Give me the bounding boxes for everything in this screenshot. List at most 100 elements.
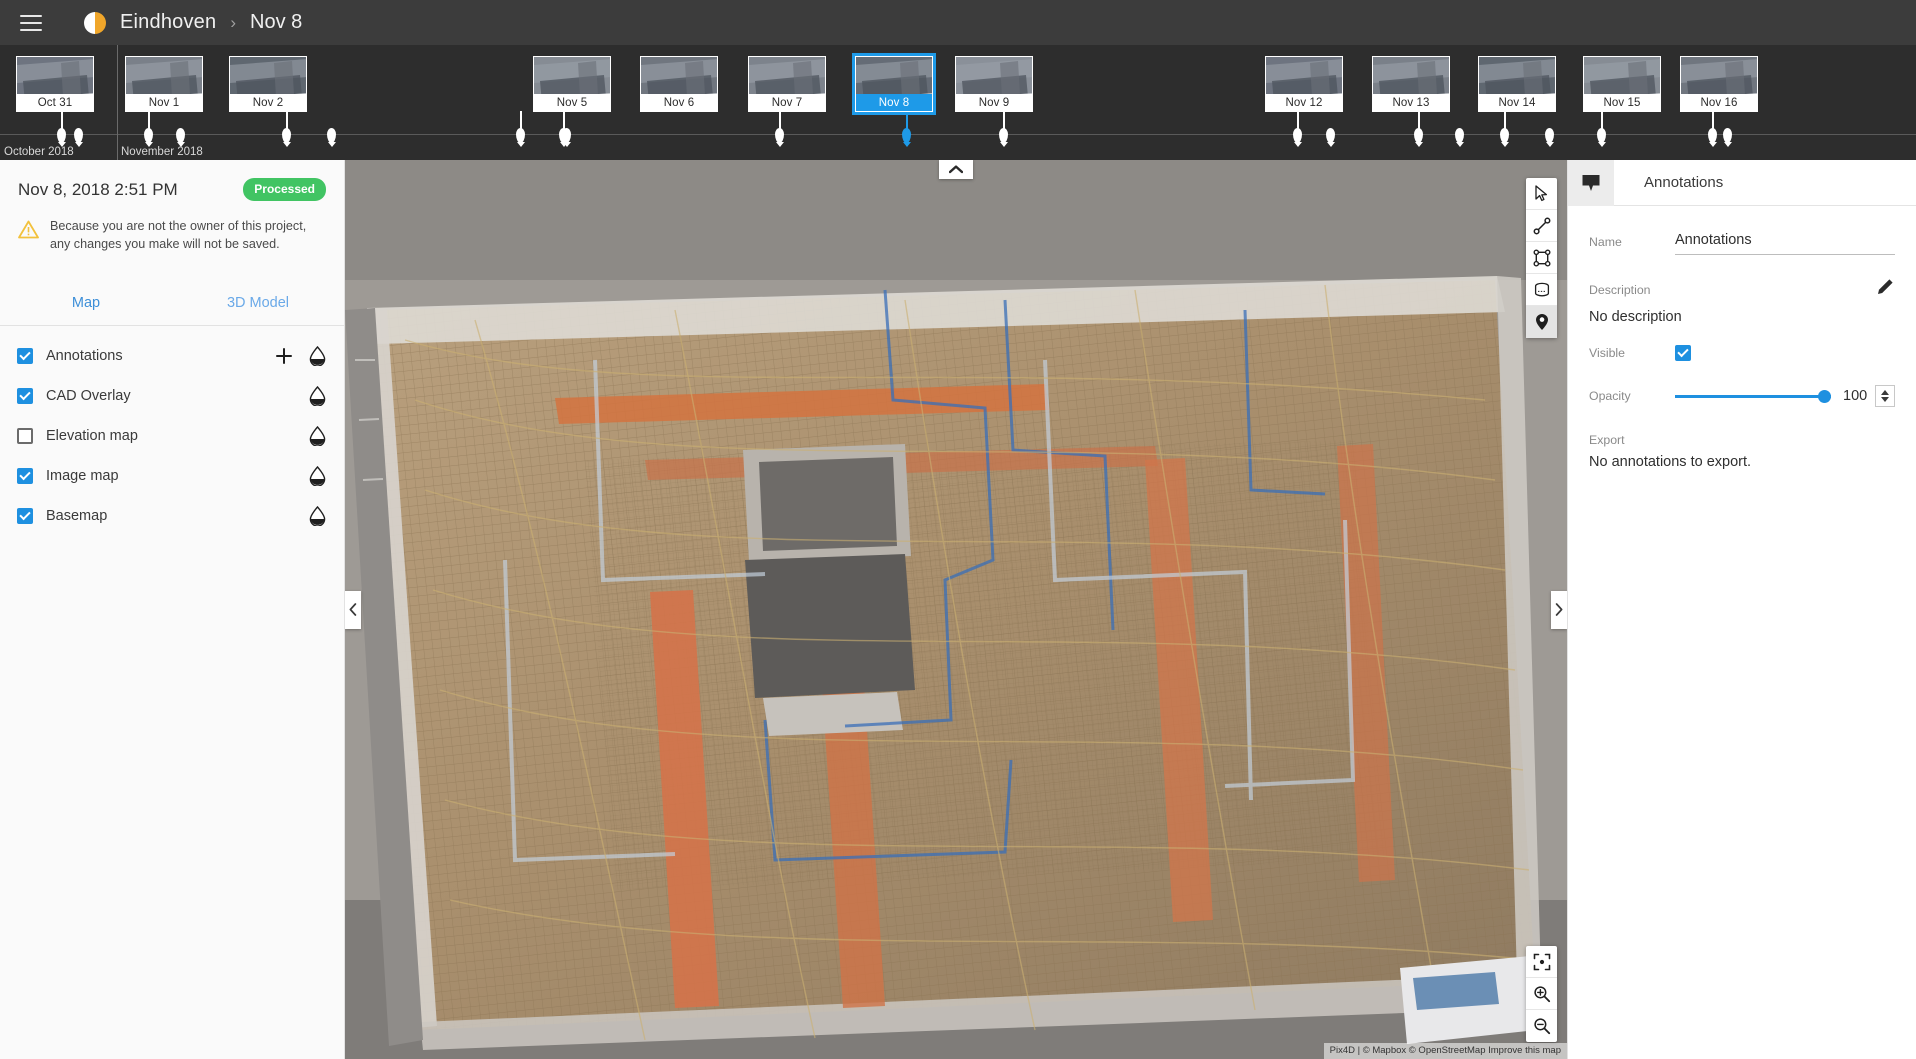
timeline-pin-marker[interactable] bbox=[74, 128, 83, 143]
chevron-left-icon bbox=[349, 603, 357, 616]
pencil-edit-icon[interactable] bbox=[1875, 277, 1895, 302]
timeline-thumbnail-label: Nov 14 bbox=[1479, 94, 1555, 111]
layer-visibility-checkbox[interactable] bbox=[17, 348, 33, 364]
timeline-stem bbox=[1297, 111, 1299, 133]
timeline-thumbnail[interactable]: Nov 6 bbox=[640, 56, 718, 112]
layer-label: CAD Overlay bbox=[46, 388, 309, 404]
timeline-thumbnail[interactable]: NNov 16 bbox=[1680, 56, 1758, 112]
add-annotation-button[interactable] bbox=[275, 347, 293, 365]
area-measure-tool[interactable] bbox=[1526, 242, 1557, 274]
map-zoom-controls[interactable] bbox=[1526, 946, 1557, 1042]
layer-list[interactable]: Annotations CAD Overlay Elevation mapImage… bbox=[0, 326, 344, 536]
timeline-thumbnail-label: Nov 16 bbox=[1681, 94, 1757, 111]
layer-visibility-checkbox[interactable] bbox=[17, 388, 33, 404]
zoom-in-button[interactable] bbox=[1526, 978, 1557, 1010]
layer-label: Annotations bbox=[46, 348, 275, 364]
select-cursor-tool[interactable] bbox=[1526, 178, 1557, 210]
breadcrumb-current[interactable]: Nov 8 bbox=[250, 11, 302, 34]
timeline-thumbnail[interactable]: 2Nov 12 bbox=[1265, 56, 1343, 112]
timeline-thumbnail-label: Nov 2 bbox=[230, 94, 306, 111]
annotation-marker-icon[interactable] bbox=[1568, 160, 1614, 206]
timeline-stem bbox=[779, 111, 781, 133]
collapse-right-panel-button[interactable] bbox=[1551, 591, 1567, 629]
visible-field-row: Visible bbox=[1589, 345, 1895, 361]
fit-to-view-button[interactable] bbox=[1526, 946, 1557, 978]
layer-opacity-button[interactable] bbox=[309, 426, 326, 446]
timeline-stem bbox=[1712, 111, 1714, 133]
timeline-pin-marker[interactable] bbox=[327, 128, 336, 143]
description-field-row: Description No description bbox=[1589, 277, 1895, 325]
layer-label: Basemap bbox=[46, 508, 309, 524]
layer-opacity-button[interactable] bbox=[309, 346, 326, 366]
timeline-pin-marker[interactable] bbox=[1326, 128, 1335, 143]
volume-measure-tool[interactable] bbox=[1526, 274, 1557, 306]
layer-row-elevation-map[interactable]: Elevation map bbox=[0, 416, 344, 456]
timeline-thumbnail[interactable]: 3Nov 13 bbox=[1372, 56, 1450, 112]
timeline-thumbnail[interactable]: NNov 8 bbox=[855, 56, 933, 112]
export-label: Export bbox=[1589, 433, 1895, 447]
timeline-pin-marker[interactable] bbox=[176, 128, 185, 143]
ownership-warning: Because you are not the owner of this pr… bbox=[18, 218, 326, 254]
timeline-pin-marker[interactable] bbox=[1723, 128, 1732, 143]
timeline-thumbnail-label: Nov 5 bbox=[534, 94, 610, 111]
opacity-slider-handle[interactable] bbox=[1818, 390, 1831, 403]
opacity-droplet-icon bbox=[309, 466, 326, 486]
timeline-thumbnail[interactable]: 7Nov 7 bbox=[748, 56, 826, 112]
layer-opacity-button[interactable] bbox=[309, 506, 326, 526]
timeline-stem bbox=[520, 111, 522, 133]
timeline-thumbnail-label: Nov 7 bbox=[749, 94, 825, 111]
timeline-thumbnail[interactable]: 2Nov 2 bbox=[229, 56, 307, 112]
zoom-out-button[interactable] bbox=[1526, 1010, 1557, 1042]
map-tool-strip[interactable] bbox=[1526, 178, 1557, 338]
layer-row-cad-overlay[interactable]: CAD Overlay bbox=[0, 376, 344, 416]
layer-opacity-button[interactable] bbox=[309, 466, 326, 486]
name-field-row: Name bbox=[1589, 230, 1895, 255]
opacity-slider[interactable] bbox=[1675, 388, 1831, 404]
collapse-left-panel-button[interactable] bbox=[345, 591, 361, 629]
timeline-strip[interactable]: October 2018November 2018 1Oct 311Nov 12… bbox=[0, 45, 1916, 160]
layer-row-basemap[interactable]: Basemap bbox=[0, 496, 344, 536]
layer-row-annotations[interactable]: Annotations bbox=[0, 336, 344, 376]
orthomosaic-image[interactable] bbox=[345, 160, 1567, 1059]
timeline-thumbnail[interactable]: 9Nov 9 bbox=[955, 56, 1033, 112]
layer-visibility-checkbox[interactable] bbox=[17, 508, 33, 524]
map-attribution[interactable]: Pix4D | © Mapbox © OpenStreetMap Improve… bbox=[1324, 1043, 1567, 1059]
description-value: No description bbox=[1589, 309, 1895, 325]
opacity-field-row: Opacity 100 bbox=[1589, 385, 1895, 407]
breadcrumb-project[interactable]: Eindhoven bbox=[120, 11, 216, 34]
visible-checkbox[interactable] bbox=[1675, 345, 1691, 361]
distance-measure-tool[interactable] bbox=[1526, 210, 1557, 242]
annotation-properties: Name Description No description Visible bbox=[1568, 206, 1916, 470]
timeline-thumbnail-label: Nov 9 bbox=[956, 94, 1032, 111]
opacity-stepper[interactable] bbox=[1875, 385, 1895, 407]
marker-pin-tool[interactable] bbox=[1526, 306, 1557, 338]
annotations-tab-title[interactable]: Annotations bbox=[1614, 160, 1723, 205]
timeline-thumbnail[interactable]: NNov 14 bbox=[1478, 56, 1556, 112]
tab-3d-model[interactable]: 3D Model bbox=[172, 282, 344, 325]
layer-opacity-button[interactable] bbox=[309, 386, 326, 406]
export-value: No annotations to export. bbox=[1589, 454, 1895, 470]
map-viewport[interactable]: Pix4D | © Mapbox © OpenStreetMap Improve… bbox=[345, 160, 1567, 1059]
timeline-thumbnail[interactable]: NNov 15 bbox=[1583, 56, 1661, 112]
timeline-pin-marker[interactable] bbox=[1455, 128, 1464, 143]
opacity-value[interactable]: 100 bbox=[1843, 388, 1875, 404]
collapse-timeline-button[interactable] bbox=[939, 160, 973, 179]
right-sidebar: Annotations Name Description No descript… bbox=[1567, 160, 1916, 1059]
layer-visibility-checkbox[interactable] bbox=[17, 468, 33, 484]
pix4d-logo-icon[interactable] bbox=[82, 10, 108, 36]
export-block: Export No annotations to export. bbox=[1589, 433, 1895, 470]
timeline-pin-marker[interactable] bbox=[1545, 128, 1554, 143]
timeline-thumbnail[interactable]: 5Nov 5 bbox=[533, 56, 611, 112]
timeline-thumbnail[interactable]: 1Oct 31 bbox=[16, 56, 94, 112]
tab-map[interactable]: Map bbox=[0, 282, 172, 325]
description-label: Description bbox=[1589, 283, 1651, 297]
timeline-stem bbox=[1504, 111, 1506, 133]
name-input[interactable] bbox=[1675, 230, 1895, 255]
view-mode-tabs[interactable]: Map3D Model bbox=[0, 282, 344, 326]
timeline-thumbnail[interactable]: 1Nov 1 bbox=[125, 56, 203, 112]
hamburger-menu-icon[interactable] bbox=[20, 15, 42, 31]
opacity-label: Opacity bbox=[1589, 389, 1675, 403]
layer-row-image-map[interactable]: Image map bbox=[0, 456, 344, 496]
layer-visibility-checkbox[interactable] bbox=[17, 428, 33, 444]
top-bar: Eindhoven › Nov 8 bbox=[0, 0, 1916, 45]
